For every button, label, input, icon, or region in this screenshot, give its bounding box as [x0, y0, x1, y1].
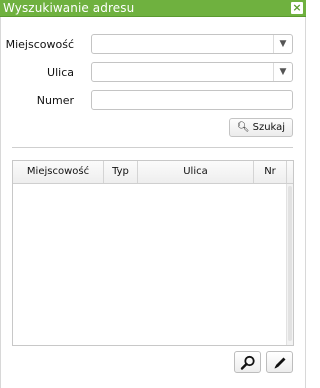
- column-header-typ[interactable]: Typ: [104, 161, 138, 183]
- miejscowosc-combobox[interactable]: ▼: [91, 34, 293, 54]
- column-header-miejscowosc[interactable]: Miejscowość: [13, 161, 104, 183]
- window-titlebar[interactable]: Wyszukiwanie adresu ×: [0, 0, 306, 17]
- magnifier-icon: [240, 355, 255, 370]
- close-icon[interactable]: ×: [291, 2, 303, 14]
- window-title: Wyszukiwanie adresu: [3, 1, 135, 15]
- ulica-combobox[interactable]: ▼: [91, 62, 293, 82]
- chevron-down-icon[interactable]: ▼: [273, 63, 292, 81]
- edit-button[interactable]: [266, 351, 293, 373]
- grid-header: Miejscowość Typ Ulica Nr: [13, 161, 293, 184]
- numer-label: Numer: [36, 94, 74, 107]
- numer-input[interactable]: [91, 90, 293, 110]
- search-button[interactable]: 🔍︎ Szukaj: [229, 118, 293, 137]
- pencil-icon: [274, 357, 286, 369]
- ulica-label: Ulica: [47, 66, 74, 79]
- grid-scrollbar[interactable]: [286, 184, 293, 345]
- scrollbar-thumb[interactable]: [288, 186, 292, 341]
- chevron-down-icon[interactable]: ▼: [273, 35, 292, 53]
- details-button[interactable]: [234, 351, 261, 373]
- search-button-label: Szukaj: [252, 122, 286, 133]
- separator: [12, 147, 293, 148]
- column-header-ulica[interactable]: Ulica: [138, 161, 254, 183]
- miejscowosc-label: Miejscowość: [5, 38, 74, 51]
- column-header-nr[interactable]: Nr: [254, 161, 287, 183]
- results-grid[interactable]: Miejscowość Typ Ulica Nr: [12, 160, 294, 346]
- search-icon: 🔍︎: [236, 122, 250, 133]
